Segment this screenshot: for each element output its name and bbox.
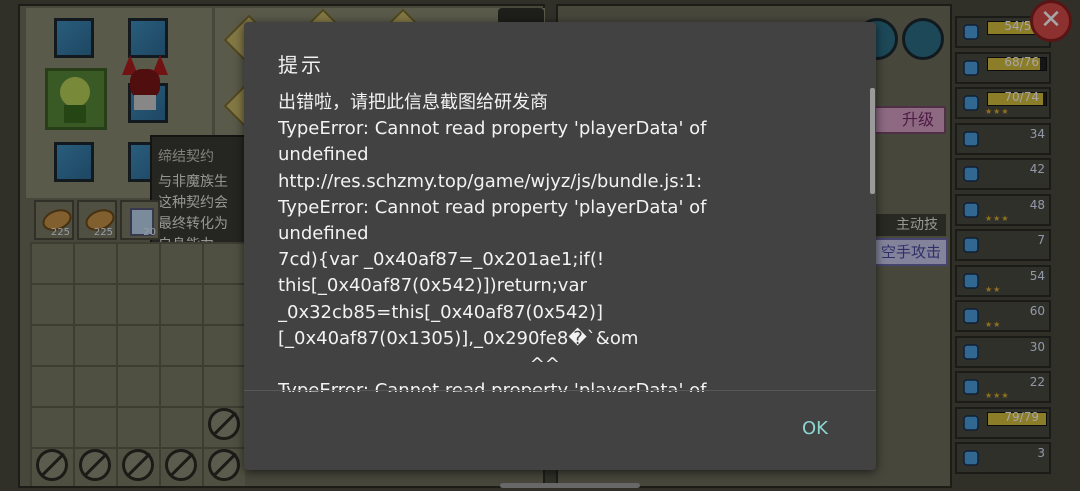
error-message: 出错啦，请把此信息截图给研发商 TypeError: Cannot read p… xyxy=(278,92,707,392)
dialog-title: 提示 xyxy=(278,53,324,77)
dialog-scrollbar[interactable] xyxy=(870,88,875,194)
error-dialog: 提示 出错啦，请把此信息截图给研发商 TypeError: Cannot rea… xyxy=(244,22,876,470)
dialog-divider xyxy=(244,390,876,391)
ok-button[interactable]: OK xyxy=(790,412,840,446)
